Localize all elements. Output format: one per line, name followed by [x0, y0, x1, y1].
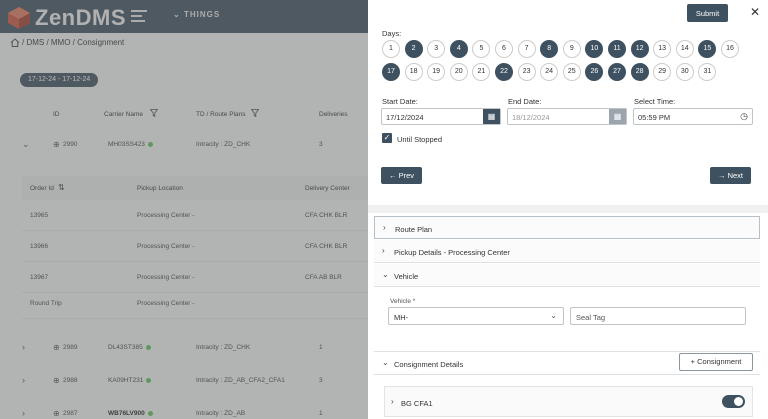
day-15[interactable]: 15 [698, 40, 717, 58]
day-7[interactable]: 7 [517, 40, 536, 58]
section-title: Consignment Details [394, 360, 464, 369]
pickup-section[interactable]: › Pickup Details - Processing Center [374, 240, 760, 263]
consignment-toggle[interactable] [722, 395, 745, 408]
day-25[interactable]: 25 [562, 63, 581, 81]
calendar-icon[interactable]: ▦ [483, 109, 500, 124]
section-divider [368, 205, 768, 213]
vehicle-select[interactable]: MH- ⌄ [388, 307, 564, 325]
modal-backdrop[interactable] [0, 0, 368, 419]
day-27[interactable]: 27 [608, 63, 626, 81]
add-consignment-button[interactable]: + Consignment [679, 353, 753, 371]
day-11[interactable]: 11 [608, 40, 626, 58]
next-button[interactable]: → Next [710, 167, 752, 184]
seal-tag-input[interactable]: Seal Tag [570, 307, 746, 325]
vehicle-value: MH- [394, 313, 409, 322]
next-label: Next [727, 171, 744, 180]
day-9[interactable]: 9 [562, 40, 581, 58]
app-root: ZenDMS ⌄ THINGS / DMS / MMO / Consignmen… [0, 0, 768, 419]
day-1[interactable]: 1 [382, 40, 400, 58]
end-date-field[interactable]: 18/12/2024 ▦ [507, 108, 627, 125]
day-23[interactable]: 23 [517, 63, 536, 81]
day-18[interactable]: 18 [404, 63, 423, 81]
chevron-right-icon: › [383, 223, 386, 232]
vehicle-label: Vehicle * [390, 298, 416, 305]
day-8[interactable]: 8 [540, 40, 559, 58]
days-label: Days: [382, 29, 402, 38]
end-date-label: End Date: [508, 97, 542, 106]
time-label: Select Time: [634, 97, 676, 106]
toggle-knob [734, 397, 743, 406]
day-14[interactable]: 14 [675, 40, 694, 58]
day-21[interactable]: 21 [472, 63, 491, 81]
day-20[interactable]: 20 [449, 63, 468, 81]
end-date-value: 18/12/2024 [512, 113, 550, 122]
close-icon[interactable]: ✕ [750, 6, 760, 18]
day-5[interactable]: 5 [472, 40, 491, 58]
day-24[interactable]: 24 [540, 63, 559, 81]
day-10[interactable]: 10 [585, 40, 604, 58]
arrow-left-icon: ← [389, 171, 397, 180]
day-16[interactable]: 16 [721, 40, 739, 58]
consignment-drawer: Submit ✕ Days: 1 2 3 4 5 6 7 8 9 10 11 12 13 14 15 16 17… [368, 0, 768, 419]
day-30[interactable]: 30 [675, 63, 694, 81]
arrow-right-icon: → [718, 171, 726, 180]
day-28[interactable]: 28 [630, 63, 649, 81]
start-date-label: Start Date: [382, 97, 418, 106]
start-date-value: 17/12/2024 [386, 113, 424, 122]
time-field[interactable]: 05:59 PM ◷ [633, 108, 753, 125]
route-plan-section[interactable]: › Route Plan [374, 216, 760, 239]
start-date-field[interactable]: 17/12/2024 ▦ [381, 108, 501, 125]
day-4[interactable]: 4 [449, 40, 468, 58]
submit-button[interactable]: Submit [687, 4, 728, 22]
until-stopped-checkbox[interactable]: ✓ [382, 133, 392, 143]
day-6[interactable]: 6 [495, 40, 513, 58]
prev-button[interactable]: ← Prev [381, 167, 423, 184]
section-title: Pickup Details - Processing Center [394, 248, 510, 257]
day-22[interactable]: 22 [495, 63, 513, 81]
vehicle-section[interactable]: ⌄ Vehicle [374, 264, 760, 287]
section-title: Route Plan [395, 225, 433, 234]
day-19[interactable]: 19 [427, 63, 446, 81]
day-13[interactable]: 13 [653, 40, 672, 58]
seal-tag-placeholder: Seal Tag [576, 313, 606, 322]
day-17[interactable]: 17 [382, 63, 400, 81]
time-value: 05:59 PM [638, 113, 671, 122]
chevron-down-icon: ⌄ [382, 270, 389, 279]
day-31[interactable]: 31 [698, 63, 717, 81]
day-2[interactable]: 2 [404, 40, 423, 58]
day-3[interactable]: 3 [427, 40, 446, 58]
until-stopped-label: Until Stopped [397, 135, 443, 144]
chevron-right-icon: › [382, 246, 385, 255]
section-title: Vehicle [394, 272, 419, 281]
day-26[interactable]: 26 [585, 63, 604, 81]
clock-icon[interactable]: ◷ [740, 111, 748, 122]
chevron-right-icon[interactable]: › [391, 397, 394, 406]
consignment-item[interactable]: › BG CFA1 [384, 386, 753, 417]
consignment-item-label: BG CFA1 [401, 399, 433, 408]
prev-label: Prev [398, 171, 415, 180]
day-12[interactable]: 12 [630, 40, 649, 58]
day-29[interactable]: 29 [653, 63, 672, 81]
chevron-down-icon: ⌄ [550, 311, 557, 320]
chevron-down-icon: ⌄ [382, 358, 389, 367]
calendar-icon[interactable]: ▦ [609, 109, 626, 124]
